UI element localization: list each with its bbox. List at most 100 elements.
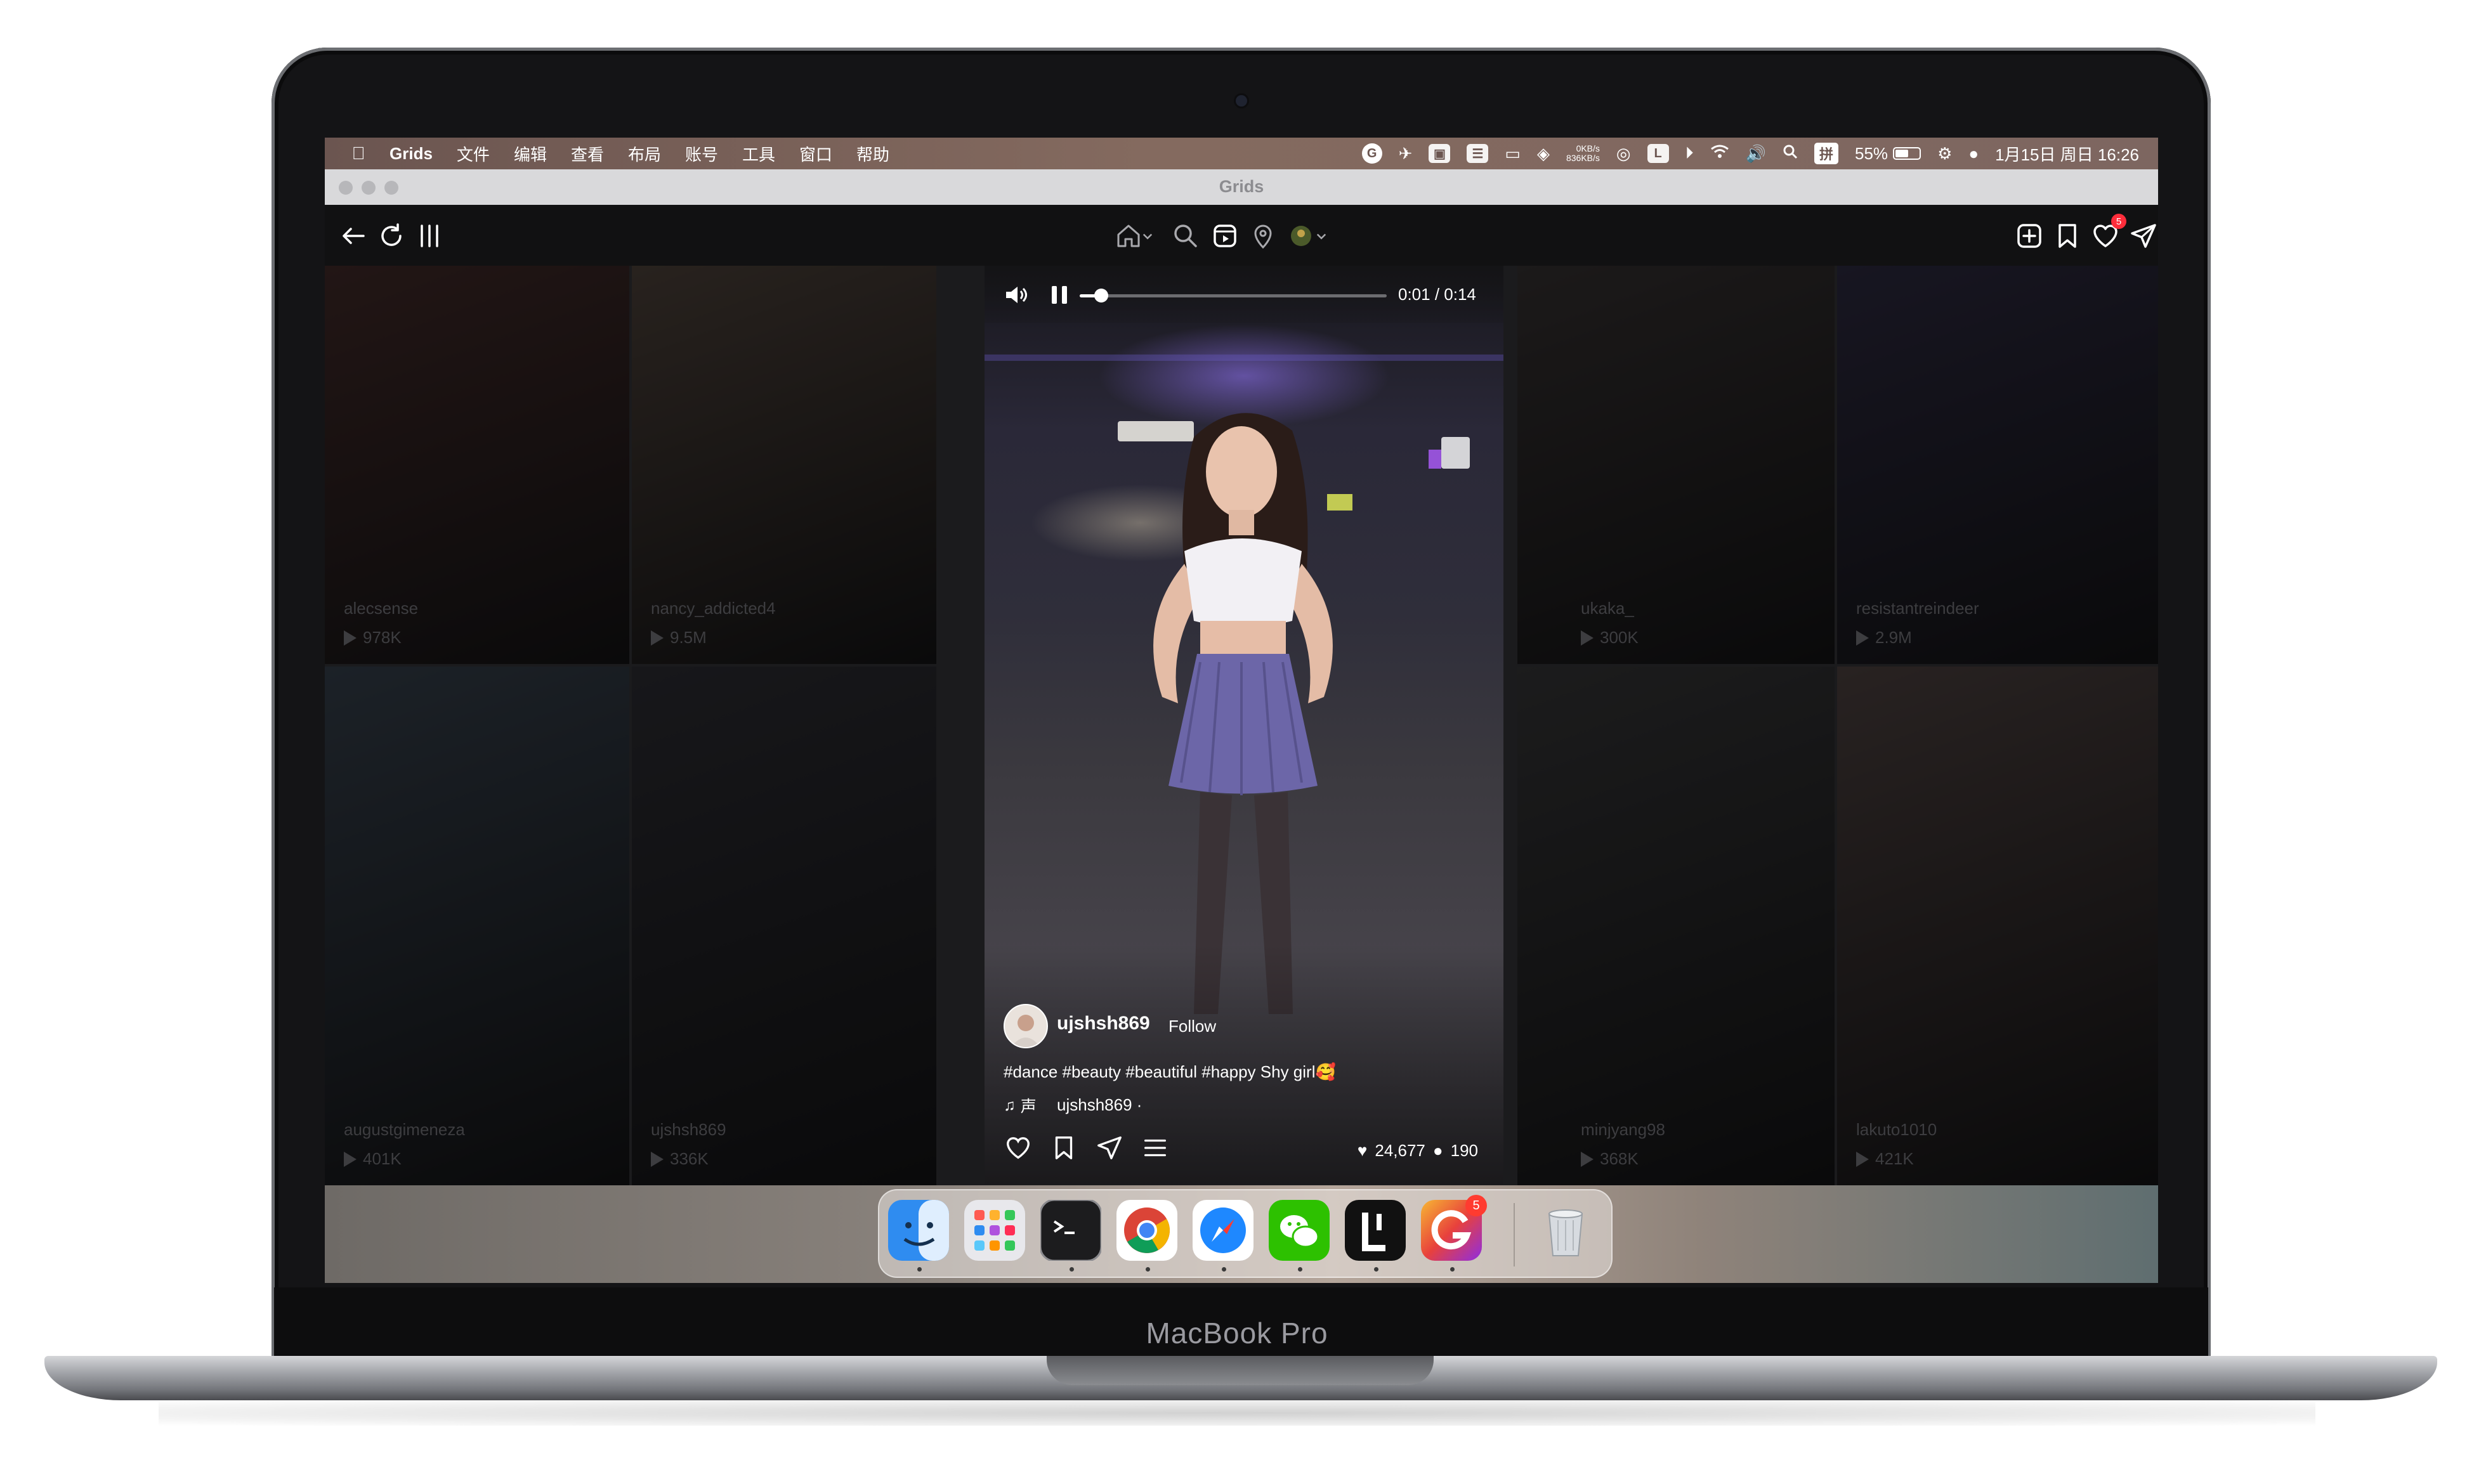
progress-knob[interactable] [1094,289,1108,303]
tile-username[interactable]: ukaka_ [1581,599,1634,618]
image-tray-icon[interactable]: ▣ [1429,144,1451,163]
grammarly-tray-icon[interactable]: G [1361,143,1382,164]
refresh-icon [381,223,402,246]
menu-help[interactable]: 帮助 [856,142,889,166]
dock-finder[interactable] [888,1200,949,1261]
dock-launchpad[interactable] [964,1200,1025,1261]
feed-tile[interactable]: nancy_addicted4 9.5M [632,266,936,664]
volume-icon[interactable]: 🔊 [1746,144,1766,164]
cat-tray-icon[interactable]: ◈ [1537,144,1550,164]
tile-views: 300K [1581,628,1639,648]
menu-app-name[interactable]: Grids [389,144,433,164]
columns-icon [421,225,438,247]
activity-button[interactable]: 5 [2088,214,2126,253]
menu-window[interactable]: 窗口 [799,142,832,166]
menu-icon[interactable] [1141,1133,1170,1162]
direct-messages-button[interactable] [2126,219,2158,253]
input-method-icon[interactable]: 拼 [1814,143,1839,164]
pause-button[interactable] [1050,285,1068,305]
feed-tile[interactable]: minjyang98 368K [1517,667,1835,1185]
video-player[interactable]: 0:01 / 0:14 ujshsh869 Follow #dance #bea… [985,266,1503,1184]
menu-account[interactable]: 账号 [685,142,718,166]
tile-username[interactable]: resistantreindeer [1856,599,1979,618]
post-caption[interactable]: #dance #beauty #beautiful #happy Shy gir… [1004,1062,1336,1082]
back-button[interactable] [336,219,370,253]
siri-icon[interactable]: ● [1968,144,1979,164]
feed-tile[interactable]: resistantreindeer 2.9M [1837,266,2158,664]
sound-label: 声 [1020,1098,1037,1116]
feed-tile[interactable]: ukaka_ 300K [1517,266,1835,664]
tile-username[interactable]: minjyang98 [1581,1120,1665,1140]
feed-tile[interactable]: lakuto1010 421K [1837,667,2158,1185]
lemon-tray-icon[interactable]: L [1647,144,1669,163]
sound-author[interactable]: ujshsh869 · [1057,1095,1142,1115]
control-center-icon[interactable]: ⚙ [1937,144,1952,164]
dock-lemon[interactable] [1345,1200,1406,1261]
home-dropdown[interactable] [1138,219,1157,253]
chevron-down-icon [1316,233,1326,240]
like-heart-icon[interactable] [1004,1133,1033,1162]
feed-tile[interactable]: alecsense 978K [325,266,629,664]
window-title: Grids [1219,177,1264,196]
tile-username[interactable]: ujshsh869 [651,1120,726,1140]
running-indicator [917,1267,922,1272]
sound-info[interactable]: ♫ 声 [1004,1094,1037,1117]
net-up: 0KB/s [1576,143,1600,153]
refresh-button[interactable] [374,219,409,253]
search-icon[interactable] [1783,144,1798,164]
play-icon [344,1151,357,1167]
plus-square-icon [2017,224,2041,248]
author-username[interactable]: ujshsh869 [1057,1013,1150,1034]
tile-views: 978K [344,628,402,648]
progress-slider[interactable] [1080,289,1387,303]
wechat-tray-icon[interactable]: ◎ [1616,144,1631,164]
base-shadow [159,1400,2315,1426]
follow-button[interactable]: Follow [1168,1017,1216,1036]
menu-view[interactable]: 查看 [571,142,604,166]
feed-tile[interactable]: ujshsh869 336K [632,667,936,1185]
reels-button[interactable] [1208,219,1242,253]
screen:  Grids 文件 编辑 查看 布局 账号 工具 窗口 帮助 G ✈ ▣ ☰ … [325,138,2158,1283]
menu-tools[interactable]: 工具 [742,142,775,166]
dock-trash[interactable] [1535,1200,1596,1261]
new-post-button[interactable] [2012,219,2046,253]
playback-time: 0:01 / 0:14 [1398,285,1476,304]
chevron-down-icon [1142,233,1153,240]
battery-status[interactable]: 55% [1855,144,1921,164]
dock-wechat[interactable] [1269,1200,1330,1261]
toggle-tray-icon[interactable]: ☰ [1467,144,1489,163]
display-tray-icon[interactable]: ▭ [1505,144,1521,164]
feed-tile[interactable]: augustgimeneza 401K [325,667,629,1185]
menu-file[interactable]: 文件 [457,142,490,166]
running-indicator [1374,1267,1378,1272]
volume-icon[interactable] [1004,282,1029,308]
tile-username[interactable]: lakuto1010 [1856,1120,1937,1140]
apple-icon[interactable]:  [349,143,368,164]
grids-badge: 5 [1465,1195,1487,1216]
dock-safari[interactable] [1193,1200,1253,1261]
dock-chrome[interactable] [1116,1200,1177,1261]
tile-username[interactable]: alecsense [344,599,418,618]
camera [1236,95,1247,107]
location-button[interactable] [1246,219,1280,253]
play-tray-icon[interactable]: ⏵ [1685,143,1694,164]
tile-username[interactable]: augustgimeneza [344,1120,465,1140]
menu-layout[interactable]: 布局 [628,142,661,166]
dock-terminal[interactable] [1040,1200,1101,1261]
menu-bar:  Grids 文件 编辑 查看 布局 账号 工具 窗口 帮助 G ✈ ▣ ☰ … [325,138,2158,169]
battery-icon [1893,147,1921,160]
activity-badge: 5 [2111,214,2126,229]
saved-button[interactable] [2050,219,2085,253]
profile-dropdown[interactable] [1312,219,1331,253]
avatar[interactable] [1004,1004,1048,1048]
columns-button[interactable] [412,219,447,253]
menu-edit[interactable]: 编辑 [514,142,547,166]
wifi-icon[interactable] [1710,144,1729,164]
dock-grids[interactable]: 5 [1421,1195,1487,1261]
tile-username[interactable]: nancy_addicted4 [651,599,776,618]
clock[interactable]: 1月15日 周日 16:26 [1995,142,2139,166]
search-button[interactable] [1168,219,1203,253]
pin-tray-icon[interactable]: ✈ [1399,144,1413,164]
save-bookmark-icon[interactable] [1049,1133,1078,1162]
share-icon[interactable] [1095,1133,1124,1162]
